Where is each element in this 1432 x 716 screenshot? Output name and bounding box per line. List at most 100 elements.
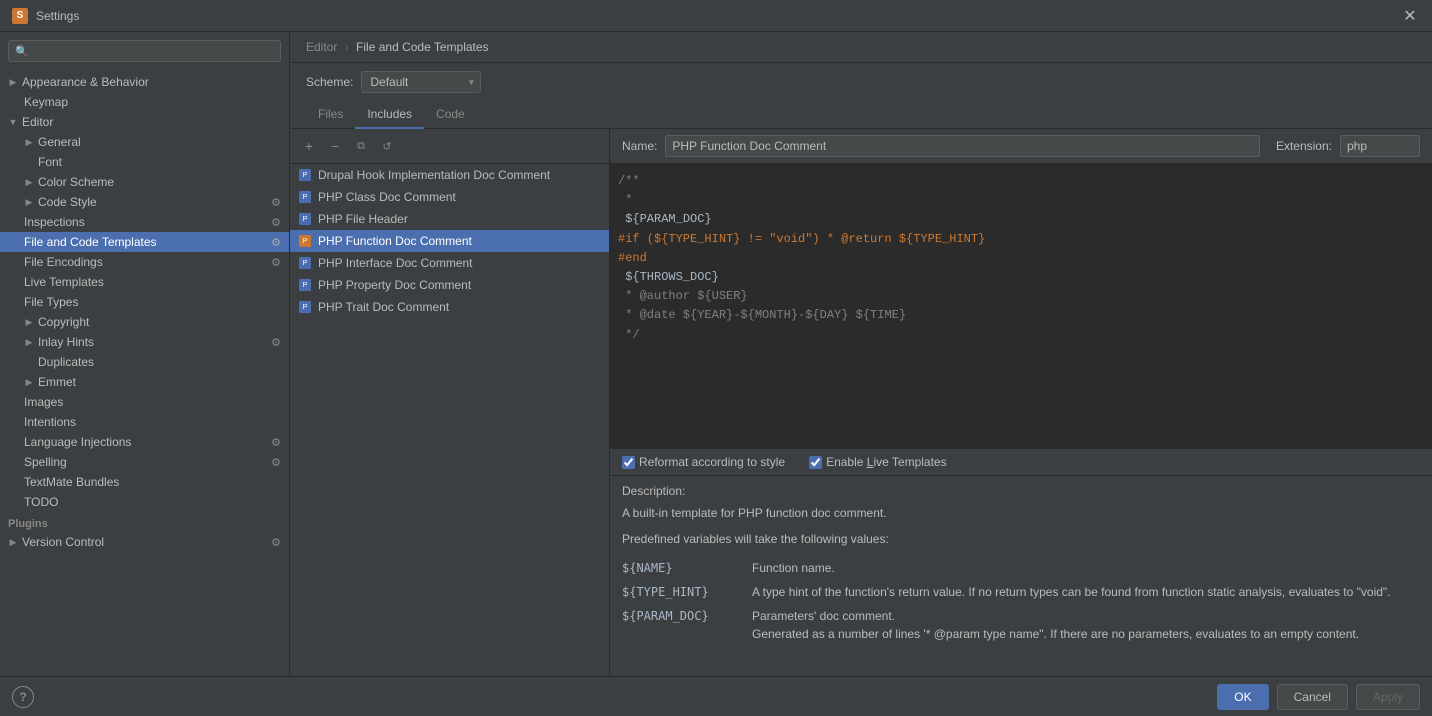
sidebar-item-label: Editor (22, 115, 281, 129)
var-name: ${PARAM_DOC} (622, 604, 752, 646)
sidebar-item-label: File Encodings (24, 255, 271, 269)
list-toolbar: + − ⧉ ↺ (290, 129, 609, 164)
template-item-label: PHP Trait Doc Comment (318, 300, 449, 314)
sidebar-item-label: Inlay Hints (38, 335, 271, 349)
tabs-row: Files Includes Code (290, 101, 1432, 129)
sidebar-item-version-control[interactable]: ▶ Version Control ⚙ (0, 532, 289, 552)
sidebar-item-editor[interactable]: ▼ Editor (0, 112, 289, 132)
gear-icon: ⚙ (271, 256, 281, 269)
name-label: Name: (622, 139, 657, 153)
template-icon: P (298, 190, 312, 204)
bottom-buttons: OK Cancel Apply (1217, 684, 1420, 710)
close-button[interactable]: ✕ (1400, 6, 1420, 26)
sidebar-item-todo[interactable]: TODO (0, 492, 289, 512)
live-templates-checkbox-item[interactable]: Enable Live Templates (809, 455, 947, 469)
template-item[interactable]: P PHP Property Doc Comment (290, 274, 609, 296)
template-item[interactable]: P PHP File Header (290, 208, 609, 230)
live-templates-checkbox[interactable] (809, 456, 822, 469)
expand-arrow-icon: ▶ (24, 377, 34, 387)
template-item[interactable]: P PHP Interface Doc Comment (290, 252, 609, 274)
sidebar-item-file-encodings[interactable]: File Encodings ⚙ (0, 252, 289, 272)
checkboxes-row: Reformat according to style Enable Live … (610, 448, 1432, 476)
variables-table: ${NAME} Function name. ${TYPE_HINT} A ty… (622, 556, 1420, 646)
apply-button[interactable]: Apply (1356, 684, 1420, 710)
sidebar-item-label: Color Scheme (38, 175, 281, 189)
description-intro: A built-in template for PHP function doc… (622, 504, 1420, 522)
template-icon: P (298, 234, 312, 248)
breadcrumb: Editor › File and Code Templates (290, 32, 1432, 63)
sidebar-item-live-templates[interactable]: Live Templates (0, 272, 289, 292)
sidebar-item-language-injections[interactable]: Language Injections ⚙ (0, 432, 289, 452)
sidebar-item-copyright[interactable]: ▶ Copyright (0, 312, 289, 332)
remove-template-button[interactable]: − (324, 135, 346, 157)
gear-icon: ⚙ (271, 336, 281, 349)
cancel-button[interactable]: Cancel (1277, 684, 1348, 710)
scheme-select-wrap[interactable]: Default Project (361, 71, 481, 93)
sidebar-item-general[interactable]: ▶ General (0, 132, 289, 152)
sidebar-item-label: File and Code Templates (24, 235, 271, 249)
reformat-checkbox[interactable] (622, 456, 635, 469)
reformat-checkbox-item[interactable]: Reformat according to style (622, 455, 785, 469)
expand-arrow-icon: ▶ (8, 77, 18, 87)
sidebar-item-label: Copyright (38, 315, 281, 329)
sidebar-item-code-style[interactable]: ▶ Code Style ⚙ (0, 192, 289, 212)
sidebar-item-label: Images (24, 395, 281, 409)
table-row: ${TYPE_HINT} A type hint of the function… (622, 580, 1420, 604)
var-desc: A type hint of the function's return val… (752, 580, 1420, 604)
sidebar-item-inlay-hints[interactable]: ▶ Inlay Hints ⚙ (0, 332, 289, 352)
settings-dialog: S Settings ✕ 🔍 ▶ Appearance & Behavior K… (0, 0, 1432, 716)
search-icon: 🔍 (15, 45, 29, 58)
reset-template-button[interactable]: ↺ (376, 135, 398, 157)
help-button[interactable]: ? (12, 686, 34, 708)
sidebar-item-keymap[interactable]: Keymap (0, 92, 289, 112)
sidebar-item-color-scheme[interactable]: ▶ Color Scheme (0, 172, 289, 192)
bottom-bar: ? OK Cancel Apply (0, 676, 1432, 716)
templates-list: P Drupal Hook Implementation Doc Comment… (290, 164, 609, 676)
add-template-button[interactable]: + (298, 135, 320, 157)
breadcrumb-parent: Editor (306, 40, 337, 54)
table-row: ${NAME} Function name. (622, 556, 1420, 580)
tab-includes[interactable]: Includes (355, 101, 424, 129)
search-box[interactable]: 🔍 (8, 40, 281, 62)
sidebar-item-font[interactable]: Font (0, 152, 289, 172)
sidebar-item-inspections[interactable]: Inspections ⚙ (0, 212, 289, 232)
template-item[interactable]: P Drupal Hook Implementation Doc Comment (290, 164, 609, 186)
sidebar-item-images[interactable]: Images (0, 392, 289, 412)
template-item-label: PHP Function Doc Comment (318, 234, 472, 248)
name-input[interactable] (665, 135, 1260, 157)
template-item-label: PHP Interface Doc Comment (318, 256, 473, 270)
code-editor[interactable]: /** * ${PARAM_DOC} #if (${TYPE_HINT} != … (610, 164, 1432, 448)
sidebar-item-label: Intentions (24, 415, 281, 429)
sidebar-item-emmet[interactable]: ▶ Emmet (0, 372, 289, 392)
tab-code[interactable]: Code (424, 101, 477, 129)
ok-button[interactable]: OK (1217, 684, 1268, 710)
template-item-selected[interactable]: P PHP Function Doc Comment (290, 230, 609, 252)
sidebar-item-label: Emmet (38, 375, 281, 389)
sidebar-item-appearance-behavior[interactable]: ▶ Appearance & Behavior (0, 72, 289, 92)
tab-files[interactable]: Files (306, 101, 355, 129)
sidebar-item-file-and-code-templates[interactable]: File and Code Templates ⚙ (0, 232, 289, 252)
description-predefined: Predefined variables will take the follo… (622, 530, 1420, 548)
sidebar-item-label: Font (38, 155, 281, 169)
expand-arrow-icon: ▶ (24, 197, 34, 207)
sidebar-item-file-types[interactable]: File Types (0, 292, 289, 312)
table-row: ${PARAM_DOC} Parameters' doc comment.Gen… (622, 604, 1420, 646)
sidebar-item-label: Duplicates (38, 355, 281, 369)
copy-template-button[interactable]: ⧉ (350, 135, 372, 157)
extension-input[interactable] (1340, 135, 1420, 157)
sidebar-item-label: TODO (24, 495, 281, 509)
panel-body: + − ⧉ ↺ P Drupal Hook Implementation Doc… (290, 129, 1432, 676)
template-item[interactable]: P PHP Trait Doc Comment (290, 296, 609, 318)
expand-arrow-icon: ▶ (8, 537, 18, 547)
search-input[interactable] (33, 44, 274, 58)
template-item[interactable]: P PHP Class Doc Comment (290, 186, 609, 208)
scheme-select[interactable]: Default Project (361, 71, 481, 93)
template-icon: P (298, 278, 312, 292)
var-desc: Function name. (752, 556, 1420, 580)
sidebar-item-duplicates[interactable]: Duplicates (0, 352, 289, 372)
description-panel: Description: A built-in template for PHP… (610, 476, 1432, 676)
sidebar-item-spelling[interactable]: Spelling ⚙ (0, 452, 289, 472)
breadcrumb-separator: › (345, 40, 349, 54)
sidebar-item-intentions[interactable]: Intentions (0, 412, 289, 432)
sidebar-item-textmate-bundles[interactable]: TextMate Bundles (0, 472, 289, 492)
